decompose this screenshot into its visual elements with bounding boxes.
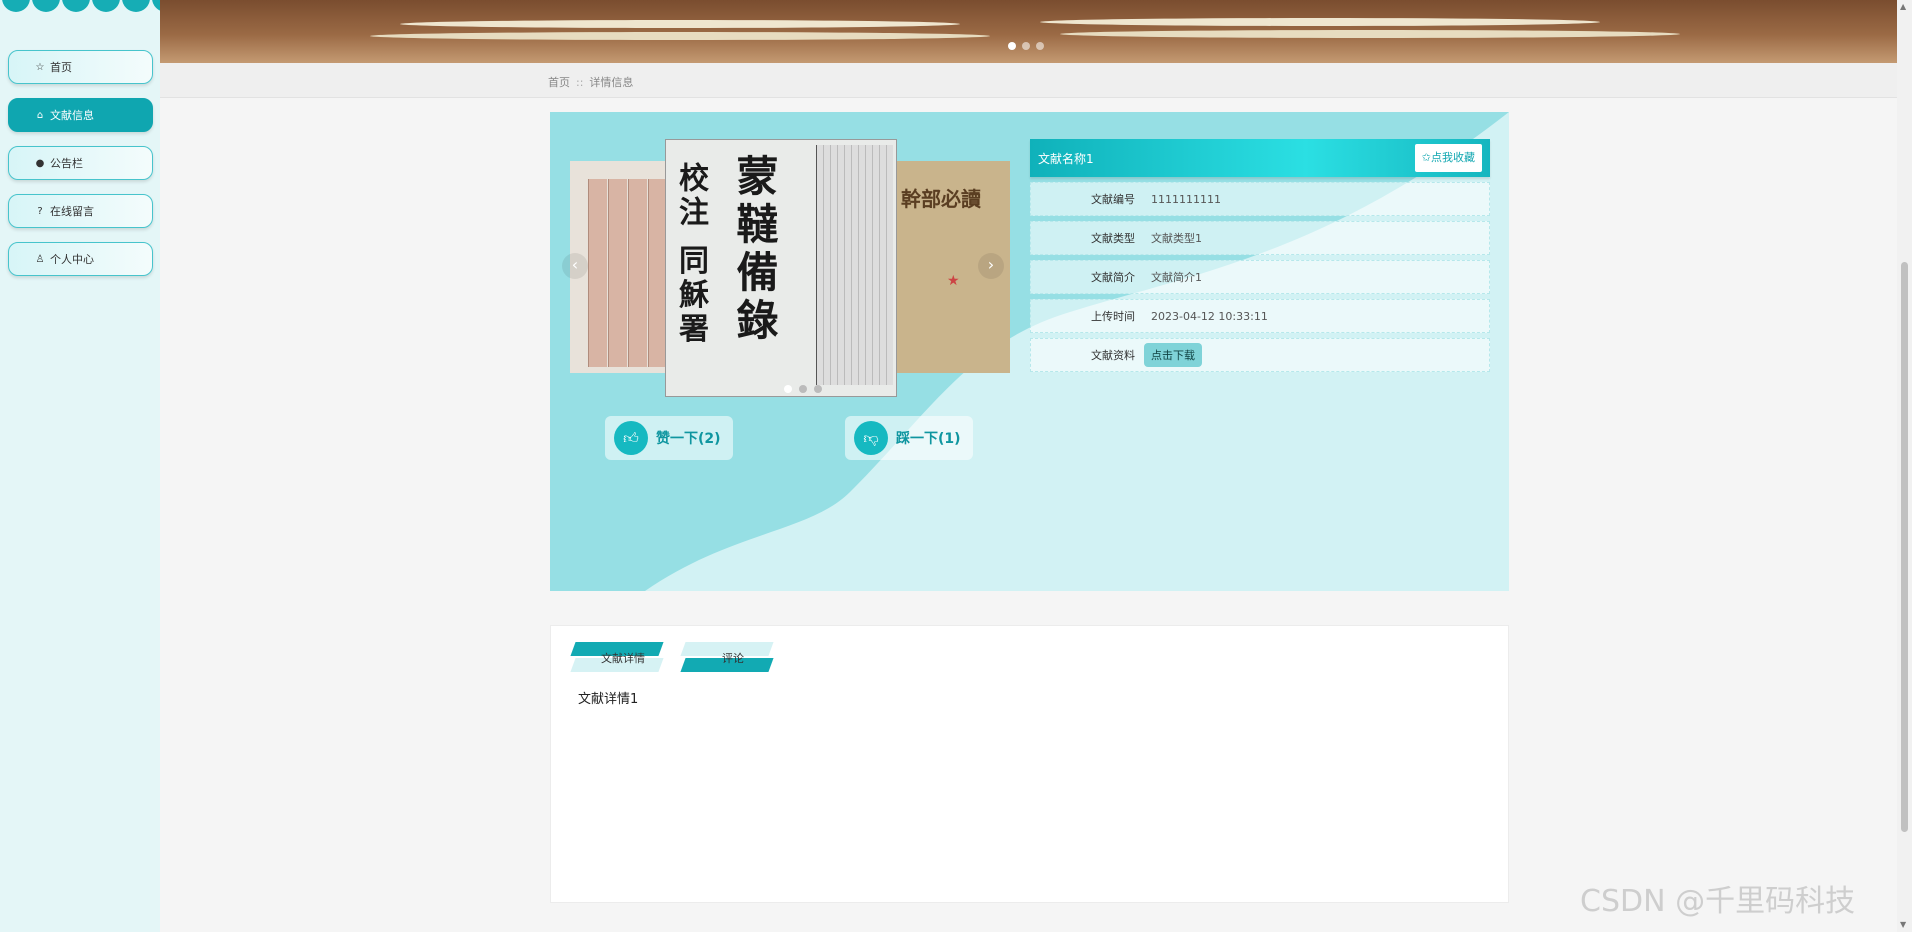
book-page-edge	[370, 32, 990, 40]
sidebar-item-label: 在线留言	[50, 205, 94, 218]
sidebar-scallop-decoration	[0, 0, 160, 14]
carousel-pagination	[784, 385, 822, 393]
watermark: CSDN @千里码科技	[1580, 884, 1856, 919]
field-value: 2023-04-12 10:33:11	[1151, 309, 1268, 323]
info-icon: ●	[35, 157, 45, 169]
book-page-edge	[400, 20, 960, 28]
download-button[interactable]: 点击下载	[1144, 343, 1202, 367]
like-button[interactable]: 👍︎ 赞一下(2)	[605, 416, 733, 460]
carousel-prev-button[interactable]: ‹	[562, 253, 588, 279]
carousel-next-button[interactable]: ›	[978, 253, 1004, 279]
banner-dot[interactable]	[1036, 42, 1044, 50]
favorite-button[interactable]: ✩点我收藏	[1414, 144, 1482, 172]
breadcrumb-home[interactable]: 首页	[548, 76, 570, 89]
field-label: 上传时间	[1091, 310, 1135, 323]
center-image-subtitle: 校注 同穌署	[673, 162, 708, 347]
breadcrumb-separator: ::	[576, 76, 584, 89]
star-icon: ☆	[35, 61, 45, 73]
field-label: 文献资料	[1091, 349, 1135, 362]
sidebar-item-message[interactable]: ? 在线留言	[8, 194, 153, 228]
scroll-thumb[interactable]	[1901, 262, 1908, 832]
center-image-title: 蒙韃備錄	[730, 154, 779, 346]
sidebar-item-notice[interactable]: ● 公告栏	[8, 146, 153, 180]
banner-dot[interactable]	[1008, 42, 1016, 50]
info-row-type: 文献类型 文献类型1	[1030, 221, 1490, 255]
user-icon: ♙	[35, 253, 45, 265]
thumbs-down-icon: 👎︎	[854, 421, 888, 455]
info-header: 文献名称1 ✩点我收藏	[1030, 139, 1490, 177]
info-row-upload-time: 上传时间 2023-04-12 10:33:11	[1030, 299, 1490, 333]
sidebar-item-profile[interactable]: ♙ 个人中心	[8, 242, 153, 276]
tab-label: 评论	[722, 652, 744, 665]
banner-pagination	[1008, 42, 1044, 50]
sidebar-item-label: 首页	[50, 61, 72, 74]
sidebar-item-label: 文献信息	[50, 109, 94, 122]
breadcrumb-bar: 首页:: 详情信息	[160, 63, 1897, 98]
sidebar-item-label: 公告栏	[50, 157, 83, 170]
breadcrumb-current: 详情信息	[589, 76, 634, 89]
bag-icon: ⌂	[36, 109, 44, 121]
info-row-summary: 文献简介 文献简介1	[1030, 260, 1490, 294]
scroll-up-arrow-icon[interactable]: ▲	[1900, 2, 1906, 11]
detail-tab-panel: 文献详情 评论 文献详情1	[550, 625, 1509, 903]
thumbs-up-icon: 👍︎	[614, 421, 648, 455]
sidebar: ☆ 首页 ⌂ 文献信息 ● 公告栏 ? 在线留言 ♙ 个人中心	[0, 0, 160, 932]
literature-title: 文献名称1	[1038, 151, 1094, 166]
info-panel: 文献名称1 ✩点我收藏 文献编号 1111111111 文献类型 文献类型1 文…	[1030, 139, 1490, 372]
page-scrollbar[interactable]: ▲ ▼	[1897, 0, 1912, 932]
right-book-title: 幹部必讀	[901, 187, 981, 211]
field-label: 文献编号	[1091, 193, 1135, 206]
breadcrumb: 首页:: 详情信息	[548, 74, 633, 90]
carousel-dot[interactable]	[814, 385, 822, 393]
tab-content: 文献详情1	[578, 692, 639, 707]
book-page-edge	[1060, 30, 1680, 38]
carousel-dot[interactable]	[784, 385, 792, 393]
literature-detail-card: 幹部必讀 ★ 蒙韃備錄 校注 同穌署 ‹ › 👍︎ 赞一下(2) 👎︎ 踩一下(…	[550, 112, 1509, 591]
book-page-edge	[1040, 18, 1600, 26]
info-row-id: 文献编号 1111111111	[1030, 182, 1490, 216]
banner-dot[interactable]	[1022, 42, 1030, 50]
field-label: 文献类型	[1091, 232, 1135, 245]
tab-label: 文献详情	[601, 652, 645, 665]
dislike-label: 踩一下(1)	[896, 431, 961, 447]
sidebar-item-literature[interactable]: ⌂ 文献信息	[8, 98, 153, 132]
carousel-dot[interactable]	[799, 385, 807, 393]
like-label: 赞一下(2)	[656, 431, 721, 447]
info-row-file: 文献资料 点击下载	[1030, 338, 1490, 372]
tab-comments[interactable]: 评论	[680, 642, 783, 674]
question-icon: ?	[37, 205, 43, 217]
image-carousel: 幹部必讀 ★ 蒙韃備錄 校注 同穌署 ‹ ›	[562, 139, 1010, 397]
scroll-down-arrow-icon[interactable]: ▼	[1900, 920, 1906, 929]
tab-literature-detail[interactable]: 文献详情	[570, 642, 673, 674]
dislike-button[interactable]: 👎︎ 踩一下(1)	[845, 416, 973, 460]
field-label: 文献简介	[1091, 271, 1135, 284]
field-value: 文献简介1	[1151, 271, 1202, 284]
field-value: 1111111111	[1151, 192, 1221, 206]
sidebar-nav: ☆ 首页 ⌂ 文献信息 ● 公告栏 ? 在线留言 ♙ 个人中心	[8, 50, 153, 290]
field-value: 文献类型1	[1151, 232, 1202, 245]
carousel-image-center: 蒙韃備錄 校注 同穌署	[665, 139, 897, 397]
sidebar-item-home[interactable]: ☆ 首页	[8, 50, 153, 84]
sidebar-item-label: 个人中心	[50, 253, 94, 266]
top-banner-image	[160, 0, 1897, 63]
